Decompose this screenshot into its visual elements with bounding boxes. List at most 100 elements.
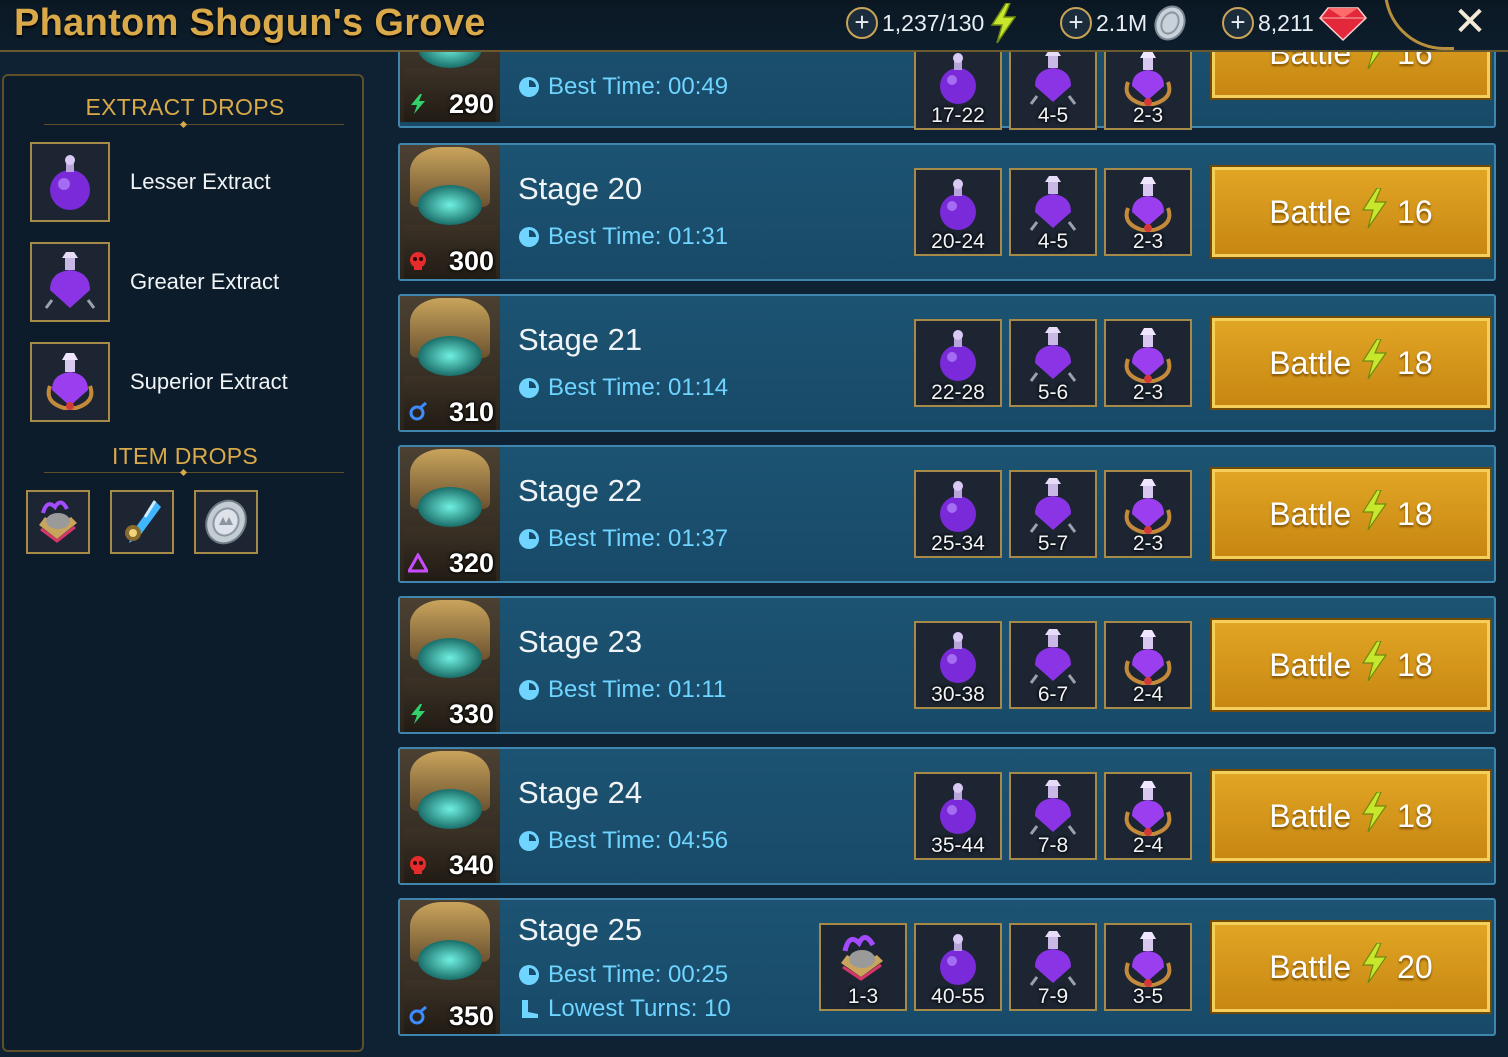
drop-quantity: 2-3: [1132, 104, 1164, 127]
artifact-drop[interactable]: 1-3: [819, 923, 907, 1011]
greater-extract-icon: [1023, 325, 1083, 385]
spirit-affinity-icon: [408, 401, 428, 422]
gem-counter[interactable]: + 8,211: [1222, 6, 1368, 42]
extract-drop[interactable]: 22-28: [914, 319, 1002, 407]
clock-icon: [519, 529, 539, 549]
magic-affinity-icon: [408, 94, 428, 114]
boot-icon: [522, 1000, 538, 1018]
energy-counter[interactable]: + 1,237/130: [846, 3, 1018, 43]
extract-greater[interactable]: Greater Extract: [30, 242, 279, 322]
best-time-text: Best Time: 01:31: [548, 223, 729, 250]
artifact-chest-icon: [833, 929, 893, 989]
void-affinity-icon: [406, 551, 430, 573]
best-time: Best Time: 04:56: [518, 827, 728, 854]
drop-quantity: 1-3: [847, 985, 879, 1008]
close-button[interactable]: ✕: [1448, 0, 1492, 44]
drop-quantity: 3-5: [1132, 985, 1164, 1008]
energy-bolt-icon: [1359, 791, 1389, 840]
drop-quantity: 7-8: [1037, 834, 1069, 857]
battle-button[interactable]: Battle 18: [1210, 467, 1492, 561]
extract-drop[interactable]: 3-5: [1104, 923, 1192, 1011]
stage-row[interactable]: 340 Stage 24 Best Time: 04:56 35-44 7-8 2-4 Ba…: [398, 747, 1496, 885]
greater-extract-icon: [1023, 627, 1083, 687]
best-time: Best Time: 01:31: [518, 223, 729, 250]
blue-potion-icon[interactable]: [110, 490, 174, 554]
divider-ornament: [179, 468, 188, 477]
boss-portrait: 320: [400, 447, 500, 581]
energy-bolt-icon: [1359, 187, 1389, 236]
boss-portrait: 300: [400, 145, 500, 279]
stage-power: 350: [448, 1001, 494, 1031]
drop-quantity: 7-9: [1037, 985, 1069, 1008]
extract-drop[interactable]: 7-8: [1009, 772, 1097, 860]
stage-name: Stage 20: [518, 171, 643, 206]
silver-counter[interactable]: + 2.1M: [1060, 5, 1189, 41]
extract-drop[interactable]: 2-3: [1104, 168, 1192, 256]
drop-quantity: 25-34: [931, 532, 985, 555]
energy-cost: 18: [1397, 646, 1433, 683]
greater-extract-icon: [1023, 174, 1083, 234]
battle-button[interactable]: Battle 18: [1210, 769, 1492, 863]
extract-superior[interactable]: Superior Extract: [30, 342, 288, 422]
extract-drop[interactable]: 20-24: [914, 168, 1002, 256]
stage-row[interactable]: 300 Stage 20 Best Time: 01:31 20-24 4-5 2-3 Ba…: [398, 143, 1496, 281]
stage-power: 300: [448, 246, 494, 276]
extract-drop[interactable]: 7-9: [1009, 923, 1097, 1011]
drop-quantity: 5-7: [1037, 532, 1069, 555]
extract-drop[interactable]: 4-5: [1009, 42, 1097, 130]
battle-label: Battle: [1269, 646, 1352, 683]
extract-drop[interactable]: 2-4: [1104, 772, 1192, 860]
artifact-chest-icon[interactable]: [26, 490, 90, 554]
drop-quantity: 2-3: [1132, 230, 1164, 253]
greater-extract-icon: [1023, 476, 1083, 536]
battle-button[interactable]: Battle 18: [1210, 618, 1492, 712]
extract-drop[interactable]: 2-3: [1104, 470, 1192, 558]
energy-cost: 18: [1397, 344, 1433, 381]
greater-extract-icon: [1023, 929, 1083, 989]
superior-extract-icon: [1118, 627, 1178, 687]
energy-value: 1,237/130: [882, 9, 985, 36]
force-affinity-icon: [408, 251, 428, 271]
best-time-text: Best Time: 00:49: [548, 73, 729, 100]
extract-drop[interactable]: 2-3: [1104, 319, 1192, 407]
drop-quantity: 20-24: [931, 230, 985, 253]
clock-icon: [519, 680, 539, 700]
best-time: Best Time: 01:14: [518, 374, 728, 401]
extract-drop[interactable]: 35-44: [914, 772, 1002, 860]
item-drops-title: ITEM DROPS: [111, 443, 259, 469]
drop-quantity: 6-7: [1037, 683, 1069, 706]
extract-drop[interactable]: 4-5: [1009, 168, 1097, 256]
lowest-turns: Lowest Turns: 10: [518, 995, 731, 1022]
extract-drop[interactable]: 17-22: [914, 42, 1002, 130]
battle-button[interactable]: Battle 16: [1210, 165, 1492, 259]
extract-lesser[interactable]: Lesser Extract: [30, 142, 271, 222]
extract-drop[interactable]: 2-4: [1104, 621, 1192, 709]
extract-drop[interactable]: 2-3: [1104, 42, 1192, 130]
stage-power: 320: [448, 548, 494, 578]
energy-cost: 18: [1397, 495, 1433, 532]
battle-button[interactable]: Battle 20: [1210, 920, 1492, 1014]
stage-row[interactable]: 310 Stage 21 Best Time: 01:14 22-28 5-6 2-3 Ba…: [398, 294, 1496, 432]
add-silver-button[interactable]: +: [1060, 7, 1092, 39]
stage-row[interactable]: 330 Stage 23 Best Time: 01:11 30-38 6-7 2-4 Ba…: [398, 596, 1496, 734]
extract-drop[interactable]: 25-34: [914, 470, 1002, 558]
extract-drop[interactable]: 40-55: [914, 923, 1002, 1011]
drop-quantity: 5-6: [1037, 381, 1069, 404]
best-time: Best Time: 00:25: [518, 961, 728, 988]
best-time: Best Time: 00:49: [518, 73, 729, 100]
stage-row[interactable]: 320 Stage 22 Best Time: 01:37 25-34 5-7 2-3 Ba…: [398, 445, 1496, 583]
battle-button[interactable]: Battle 18: [1210, 316, 1492, 410]
extract-drop[interactable]: 6-7: [1009, 621, 1097, 709]
stage-row[interactable]: 350 Stage 25 Best Time: 00:25 Lowest Turns:…: [398, 898, 1496, 1036]
extract-label: Superior Extract: [130, 369, 288, 394]
silver-coin-icon[interactable]: [194, 490, 258, 554]
extract-label: Greater Extract: [130, 269, 280, 294]
add-gems-button[interactable]: +: [1222, 7, 1254, 39]
battle-label: Battle: [1269, 495, 1352, 532]
gem-value: 8,211: [1258, 9, 1314, 36]
add-energy-button[interactable]: +: [846, 7, 878, 39]
extract-drop[interactable]: 5-7: [1009, 470, 1097, 558]
extract-drop[interactable]: 30-38: [914, 621, 1002, 709]
energy-cost: 20: [1397, 948, 1433, 985]
extract-drop[interactable]: 5-6: [1009, 319, 1097, 407]
